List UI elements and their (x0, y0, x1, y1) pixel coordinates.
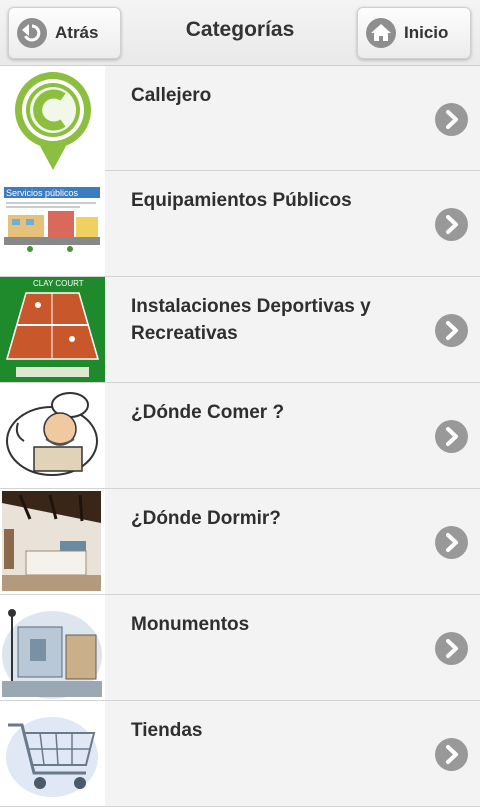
chevron-right-icon (435, 738, 468, 771)
category-item-monumentos[interactable]: Monumentos (0, 595, 480, 701)
tennis-court-illustration: CLAY COURT (6, 279, 99, 377)
monument-watercolor (2, 609, 102, 699)
hotel-room-photo (2, 491, 101, 591)
category-list: Callejero Servicios públicos Equipamient… (0, 66, 480, 807)
donde-dormir-thumbnail (0, 489, 105, 594)
category-item-callejero[interactable]: Callejero (0, 66, 480, 171)
home-button-label: Inicio (404, 23, 449, 42)
shopping-cart-icon (6, 717, 98, 797)
home-button[interactable]: Inicio (357, 7, 471, 59)
category-item-donde-dormir[interactable]: ¿Dónde Dormir? (0, 489, 480, 595)
callejero-thumbnail (0, 66, 105, 171)
category-label: Monumentos (131, 614, 250, 635)
public-services-illustration: Servicios públicos (4, 187, 100, 252)
category-label: ¿Dónde Dormir? (131, 508, 281, 529)
category-label: Callejero (131, 85, 212, 106)
chevron-right-icon (435, 208, 468, 241)
servicios-publicos-text: Servicios públicos (6, 188, 79, 198)
donde-comer-thumbnail (0, 383, 105, 488)
instalaciones-thumbnail: CLAY COURT (0, 277, 105, 382)
category-item-equipamientos[interactable]: Servicios públicos Equipamientos Público… (0, 171, 480, 277)
monumentos-thumbnail (0, 595, 105, 700)
category-label: ¿Dónde Comer ? (131, 402, 285, 423)
chevron-right-icon (435, 103, 468, 136)
chevron-right-icon (435, 420, 468, 453)
chef-illustration (6, 392, 98, 476)
equipamientos-thumbnail: Servicios públicos (0, 171, 105, 276)
header-bar: Atrás Categorías Inicio (0, 0, 480, 66)
callejero-pin-icon (15, 72, 91, 170)
clay-court-text: CLAY COURT (33, 279, 84, 288)
category-item-instalaciones[interactable]: CLAY COURT Instalaciones Deportivas y Re… (0, 277, 480, 383)
home-icon (366, 18, 396, 48)
category-label: Equipamientos Públicos (131, 190, 352, 211)
chevron-right-icon (435, 632, 468, 665)
category-label: Instalaciones Deportivas y Recreativas (131, 296, 371, 344)
chevron-right-icon (435, 526, 468, 559)
category-item-donde-comer[interactable]: ¿Dónde Comer ? (0, 383, 480, 489)
category-label: Tiendas (131, 720, 203, 741)
chevron-right-icon (435, 314, 468, 347)
tiendas-thumbnail (0, 701, 105, 806)
category-item-tiendas[interactable]: Tiendas (0, 701, 480, 807)
